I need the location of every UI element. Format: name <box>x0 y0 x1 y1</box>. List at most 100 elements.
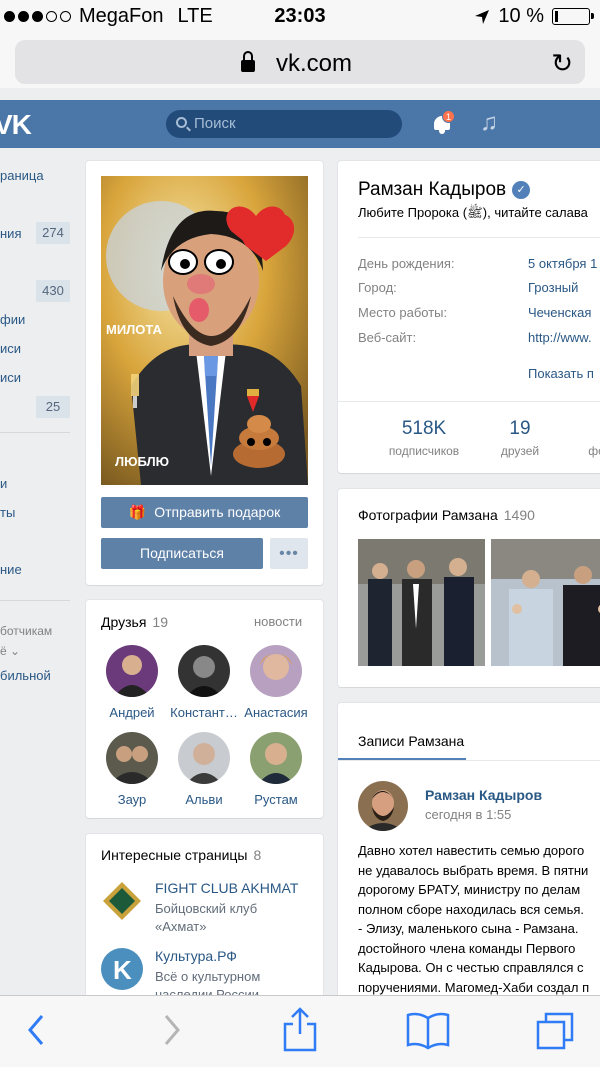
sidemenu-item-audio[interactable]: иси <box>0 341 21 356</box>
avatar <box>250 645 302 697</box>
info-label-birthday: День рождения: <box>358 256 455 271</box>
sidemenu-count-games: 25 <box>36 396 70 418</box>
share-icon[interactable] <box>280 1006 320 1052</box>
interesting-page-item[interactable]: FIGHT CLUB AKHMAT Бойцовский клуб «Ахмат… <box>101 880 311 940</box>
svg-text:K: K <box>113 955 132 985</box>
counter-photos[interactable]: 1 фот <box>546 418 600 458</box>
sidemenu-item-documents[interactable]: ты <box>0 505 15 520</box>
sidemenu-item-bookmarks[interactable]: и <box>0 476 7 491</box>
friend-name: Анастасия <box>244 705 308 720</box>
interesting-page-name: Культура.РФ <box>155 948 237 964</box>
photo-thumbnail[interactable] <box>491 539 600 666</box>
vk-header: VK Поиск 1 ♫ <box>0 100 600 148</box>
friend-item[interactable]: Рустам <box>238 732 314 807</box>
sidemenu-footer-more[interactable]: ё ⌄ <box>0 644 20 658</box>
send-gift-button[interactable]: 🎁 Отправить подарок <box>101 497 308 528</box>
info-value-birthday[interactable]: 5 октября 1 <box>528 256 597 271</box>
post-author-avatar[interactable] <box>358 781 408 831</box>
photo-thumbnail[interactable] <box>358 539 485 666</box>
address-bar[interactable]: vk.com ↻ <box>15 40 585 84</box>
tab-wall-posts[interactable]: Записи Рамзана <box>358 733 464 749</box>
interesting-page-name: FIGHT CLUB AKHMAT <box>155 880 299 896</box>
photos-title[interactable]: Фотографии Рамзана 1490 <box>358 507 535 523</box>
sidemenu-item-video[interactable]: иси <box>0 370 21 385</box>
vk-logo[interactable]: VK <box>0 109 32 141</box>
friends-title[interactable]: Друзья 19 <box>101 614 168 630</box>
profile-photo-image: МИЛОТА ЛЮБЛЮ <box>101 176 308 485</box>
avatar <box>106 732 158 784</box>
sidemenu-item-photos[interactable]: фии <box>0 312 25 327</box>
music-icon[interactable]: ♫ <box>480 109 498 137</box>
sidemenu-count-messages: 274 <box>36 222 70 244</box>
friends-count: 19 <box>152 614 168 630</box>
search-input[interactable]: Поиск <box>166 110 402 138</box>
counter-label: подписчиков <box>388 444 460 458</box>
info-value-city[interactable]: Грозный <box>528 280 578 295</box>
friend-name: Альви <box>185 792 223 807</box>
profile-name-text: Рамзан Кадыров <box>358 179 507 200</box>
sidemenu-item-management[interactable]: ние <box>0 562 22 577</box>
interesting-pages-count: 8 <box>253 847 262 863</box>
avatar <box>106 645 158 697</box>
location-arrow-icon <box>475 9 490 24</box>
post-author-name[interactable]: Рамзан Кадыров <box>425 787 542 803</box>
friend-name: Андрей <box>109 705 155 720</box>
sidemenu-footer-more-label: ё <box>0 644 7 658</box>
sidemenu-item-page[interactable]: раница <box>0 168 44 183</box>
ios-status-bar: MegaFon LTE 23:03 10 % <box>0 0 600 34</box>
avatar <box>250 732 302 784</box>
gift-icon: 🎁 <box>128 504 147 520</box>
counter-label: фот <box>588 444 600 458</box>
sidemenu-footer-developers[interactable]: ботчикам <box>0 624 52 638</box>
friend-item[interactable]: Заур <box>94 732 170 807</box>
avatar <box>178 645 230 697</box>
friend-item[interactable]: Альви <box>166 732 242 807</box>
friend-item[interactable]: Андрей <box>94 645 170 720</box>
sidemenu-divider <box>0 432 70 433</box>
divider <box>338 760 600 761</box>
info-label-city: Город: <box>358 280 397 295</box>
info-value-website[interactable]: http://www. <box>528 330 592 345</box>
counter-number: 1 <box>546 418 600 440</box>
fight-club-logo <box>101 880 143 922</box>
interesting-page-desc: Бойцовский клуб «Ахмат» <box>155 901 258 934</box>
reload-icon[interactable]: ↻ <box>551 48 573 79</box>
tabs-icon[interactable] <box>534 1010 576 1052</box>
battery-icon <box>552 8 594 25</box>
interesting-pages-title[interactable]: Интересные страницы 8 <box>101 847 261 863</box>
sidemenu-divider <box>0 600 70 601</box>
photos-count: 1490 <box>503 507 535 523</box>
info-value-work[interactable]: Чеченская <box>528 305 591 320</box>
friend-item[interactable]: Анастасия <box>238 645 314 720</box>
battery-percent: 10 % <box>498 5 544 27</box>
browser-address-area: vk.com ↻ <box>0 34 600 88</box>
subscribe-button[interactable]: Подписаться <box>101 538 263 569</box>
search-placeholder: Поиск <box>194 115 236 132</box>
show-more-info-link[interactable]: Показать п <box>528 366 594 381</box>
sticker-lublu: ЛЮБЛЮ <box>115 454 169 469</box>
counter-subscribers[interactable]: 518K подписчиков <box>374 418 474 458</box>
sidemenu-count-groups: 430 <box>36 280 70 302</box>
counter-number: 518K <box>401 418 447 439</box>
back-arrow-icon[interactable] <box>22 1010 52 1050</box>
sidemenu-footer-mobile[interactable]: бильной <box>0 668 51 683</box>
side-menu: раница ния 274 430 фии иси иси 25 и ты н… <box>0 148 80 998</box>
photos-card: Фотографии Рамзана 1490 <box>338 489 600 687</box>
profile-name: Рамзан Кадыров ✓ <box>358 179 531 201</box>
notifications-bell-icon[interactable]: 1 <box>432 110 455 136</box>
more-actions-button[interactable]: ••• <box>270 538 308 569</box>
sidemenu-item-messages[interactable]: ния <box>0 226 21 241</box>
divider <box>358 237 600 238</box>
avatar <box>178 732 230 784</box>
browser-toolbar <box>0 995 600 1067</box>
profile-info-card: Рамзан Кадыров ✓ Любите Пророка (ﷺ), чита… <box>338 161 600 473</box>
wall-card: Записи Рамзана Рамзан Кадыров сегодня в … <box>338 703 600 1014</box>
profile-photo[interactable]: МИЛОТА ЛЮБЛЮ <box>101 176 308 485</box>
bookmarks-book-icon[interactable] <box>404 1010 452 1050</box>
send-gift-label: Отправить подарок <box>154 504 281 520</box>
friends-news-link[interactable]: новости <box>254 614 302 629</box>
forward-arrow-icon[interactable] <box>156 1010 186 1050</box>
post-timestamp[interactable]: сегодня в 1:55 <box>425 807 511 822</box>
friend-item[interactable]: Констант… <box>166 645 242 720</box>
interesting-pages-card: Интересные страницы 8 FIGHT CLUB AKHMAT Б… <box>86 834 323 1004</box>
